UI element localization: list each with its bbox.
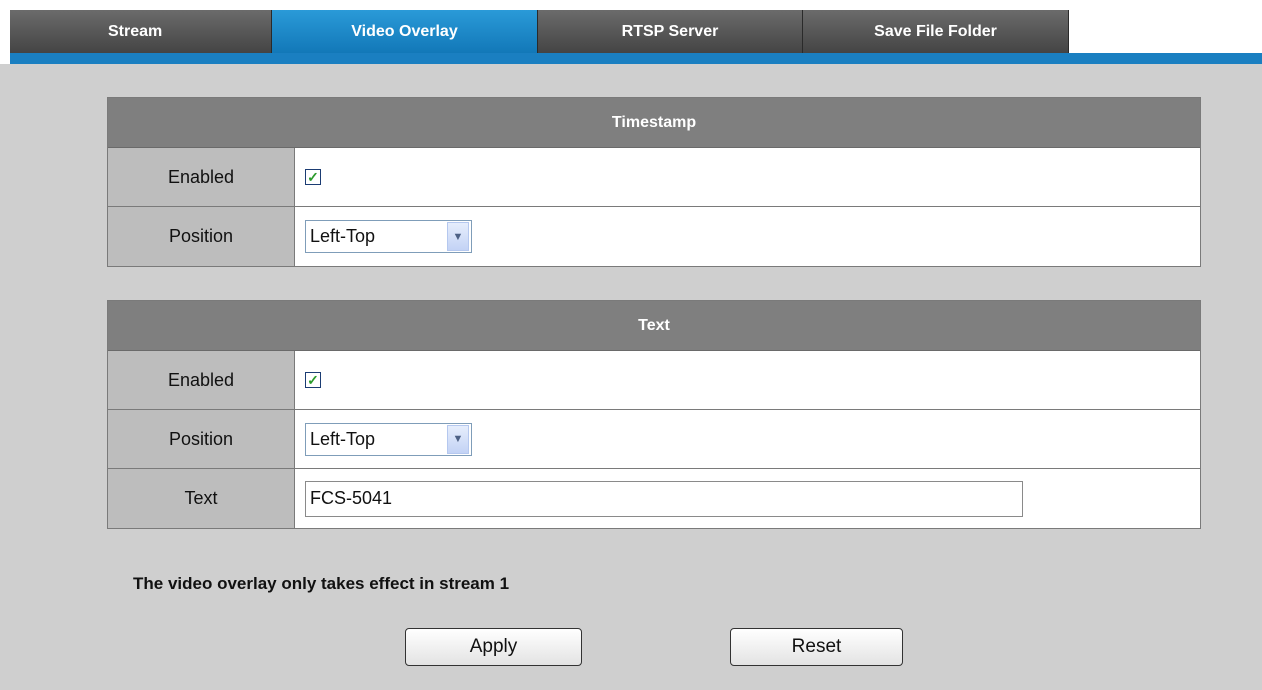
reset-button[interactable]: Reset	[730, 628, 903, 666]
text-panel-title: Text	[108, 301, 1200, 351]
chevron-down-icon[interactable]: ▼	[447, 222, 469, 251]
tab-save-file-folder-label: Save File Folder	[874, 22, 997, 40]
text-panel: Text Enabled ✓ Position Left-Top ▼ Text …	[107, 300, 1201, 529]
text-text-label: Text	[108, 469, 295, 528]
timestamp-position-cell: Left-Top ▼	[295, 207, 1200, 266]
text-position-select[interactable]: Left-Top ▼	[305, 422, 472, 456]
tab-video-overlay-label: Video Overlay	[351, 22, 458, 40]
apply-button[interactable]: Apply	[405, 628, 582, 666]
tab-stream[interactable]: Stream	[10, 10, 272, 53]
tab-video-overlay[interactable]: Video Overlay	[272, 10, 538, 53]
tab-stream-label: Stream	[108, 22, 163, 40]
timestamp-position-select[interactable]: Left-Top ▼	[305, 220, 472, 253]
timestamp-position-row: Position Left-Top ▼	[108, 207, 1200, 266]
text-enabled-checkbox[interactable]: ✓	[305, 372, 321, 388]
timestamp-panel-title: Timestamp	[108, 98, 1200, 148]
checkmark-icon: ✓	[307, 372, 319, 388]
timestamp-enabled-cell: ✓	[295, 148, 1200, 206]
timestamp-panel: Timestamp Enabled ✓ Position Left-Top ▼	[107, 97, 1201, 267]
text-position-value: Left-Top	[310, 428, 376, 449]
tab-rtsp-server[interactable]: RTSP Server	[538, 10, 803, 53]
text-text-row: Text FCS-5041	[108, 469, 1200, 528]
tab-rtsp-server-label: RTSP Server	[621, 22, 719, 40]
timestamp-position-value: Left-Top	[310, 226, 376, 246]
text-enabled-label: Enabled	[108, 351, 295, 409]
text-position-row: Position Left-Top ▼	[108, 410, 1200, 469]
text-text-cell: FCS-5041	[295, 469, 1200, 528]
text-enabled-row: Enabled ✓	[108, 351, 1200, 410]
tabs: Stream Video Overlay RTSP Server Save Fi…	[10, 10, 1069, 53]
overlay-text-input[interactable]: FCS-5041	[305, 480, 1023, 517]
tab-bar: Stream Video Overlay RTSP Server Save Fi…	[0, 0, 1262, 64]
tab-save-file-folder[interactable]: Save File Folder	[803, 10, 1069, 53]
text-position-label: Position	[108, 410, 295, 468]
chevron-down-icon[interactable]: ▼	[447, 424, 469, 454]
text-enabled-cell: ✓	[295, 351, 1200, 409]
timestamp-enabled-row: Enabled ✓	[108, 148, 1200, 207]
checkmark-icon: ✓	[307, 169, 319, 185]
timestamp-enabled-checkbox[interactable]: ✓	[305, 169, 321, 185]
overlay-note: The video overlay only takes effect in s…	[133, 574, 510, 593]
timestamp-position-label: Position	[108, 207, 295, 266]
text-position-cell: Left-Top ▼	[295, 410, 1200, 468]
tab-underline	[10, 53, 1262, 64]
timestamp-enabled-label: Enabled	[108, 148, 295, 206]
